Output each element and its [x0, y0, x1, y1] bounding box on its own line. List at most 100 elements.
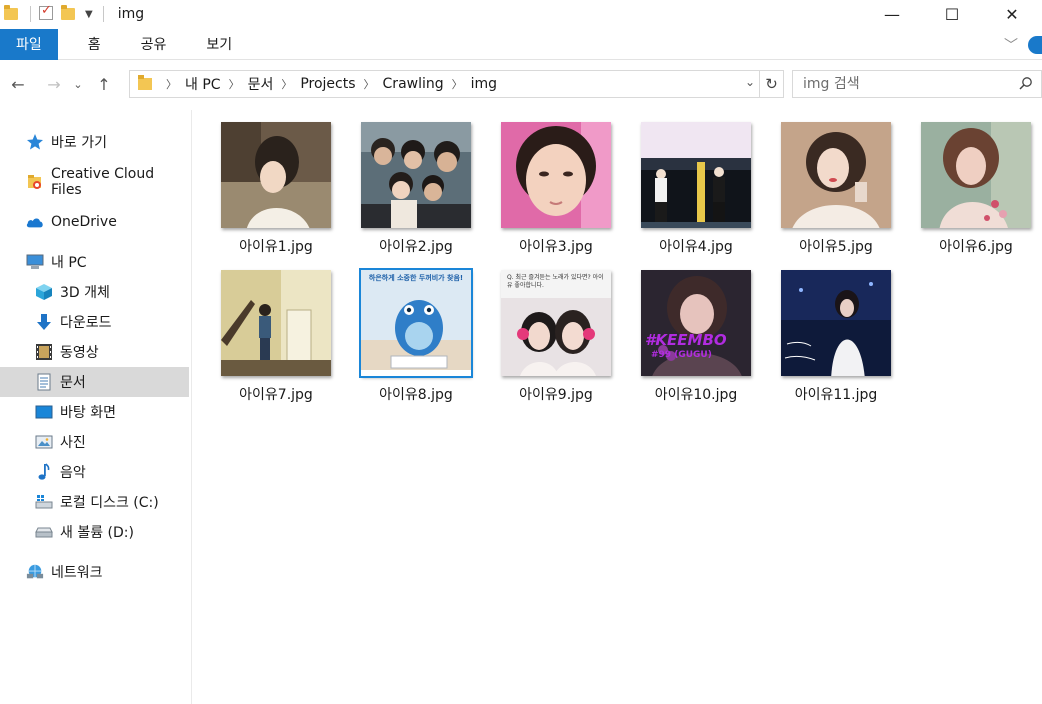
minimize-button[interactable]: —: [862, 0, 922, 28]
sidebar-item-label: 다운로드: [60, 315, 112, 331]
drive-icon: [35, 523, 53, 541]
tab-share[interactable]: 공유: [121, 29, 187, 60]
navigation-pane: 바로 가기 Creative Cloud Files OneDrive 내 PC…: [0, 110, 192, 704]
sidebar-item-creative-cloud[interactable]: Creative Cloud Files: [0, 166, 189, 198]
image-thumbnail: [221, 270, 331, 376]
sidebar-item-network[interactable]: 네트워크: [0, 557, 189, 587]
file-item[interactable]: 아이유11.jpg: [771, 259, 901, 404]
chevron-right-icon[interactable]: 〉: [452, 76, 463, 92]
folder-icon: [138, 75, 152, 90]
tab-home[interactable]: 홈: [68, 29, 121, 60]
sidebar-item-label: 내 PC: [51, 255, 87, 271]
sidebar-item-label: 3D 개체: [60, 285, 110, 301]
breadcrumb-img[interactable]: img: [471, 76, 497, 92]
file-item[interactable]: Q. 최근 즐겨듣는 노래가 있다면? 아이유 좋아합니다. 아이유9.jpg: [491, 259, 621, 404]
window-title: img: [117, 6, 145, 22]
sidebar-item-local-disk-c[interactable]: 로컬 디스크 (C:): [0, 487, 189, 517]
sidebar-item-label: 문서: [60, 375, 86, 391]
sidebar-item-label: 사진: [60, 435, 86, 451]
chevron-right-icon[interactable]: 〉: [229, 76, 240, 92]
up-icon[interactable]: ↑: [93, 75, 115, 94]
chevron-right-icon[interactable]: 〉: [364, 76, 375, 92]
tab-view[interactable]: 보기: [186, 29, 252, 60]
back-icon[interactable]: ←: [7, 75, 29, 94]
search-input[interactable]: [803, 76, 1003, 92]
help-icon[interactable]: [1028, 35, 1042, 54]
customize-toolbar-dropdown[interactable]: ▼: [85, 9, 93, 20]
cube-icon: [35, 283, 53, 301]
thumbnail-caption: Q. 최근 즐겨듣는 노래가 있다면? 아이유 좋아합니다.: [507, 274, 604, 289]
file-list: 아이유1.jpg 아이유2.jpg 아이유3.jpg 아이유4.jpg 아이유5…: [200, 110, 1042, 704]
file-name: 아이유4.jpg: [659, 239, 733, 255]
sidebar-item-3d-objects[interactable]: 3D 개체: [0, 277, 189, 307]
file-item[interactable]: 하은하게 소중한 두꺼비가 찾음! 아이유8.jpg: [351, 259, 481, 404]
file-item[interactable]: 아이유7.jpg: [211, 259, 341, 404]
folder-icon: [4, 5, 20, 22]
close-button[interactable]: ✕: [982, 0, 1042, 28]
file-item[interactable]: 아이유3.jpg: [491, 111, 621, 256]
sidebar-item-desktop[interactable]: 바탕 화면: [0, 397, 189, 427]
maximize-button[interactable]: ☐: [922, 0, 982, 28]
new-folder-icon[interactable]: [61, 5, 77, 22]
sidebar-item-this-pc[interactable]: 내 PC: [0, 247, 189, 277]
file-name: 아이유5.jpg: [799, 239, 873, 255]
breadcrumb-crawling[interactable]: Crawling: [383, 76, 444, 92]
file-name: 아이유1.jpg: [239, 239, 313, 255]
creative-cloud-icon: [26, 173, 44, 191]
forward-icon[interactable]: →: [43, 75, 65, 94]
toolbar-divider: [30, 6, 31, 22]
breadcrumb-documents[interactable]: 문서: [248, 74, 274, 94]
navigation-bar: ← → ⌄ ↑ 〉 내 PC 〉 문서 〉 Projects 〉 Crawlin…: [0, 66, 1042, 102]
file-name: 아이유9.jpg: [519, 387, 593, 403]
recent-locations-icon[interactable]: ⌄: [67, 78, 89, 91]
file-item[interactable]: 아이유4.jpg: [631, 111, 761, 256]
address-history-dropdown-icon[interactable]: ⌄: [745, 75, 755, 89]
file-name: 아이유11.jpg: [794, 387, 878, 403]
sidebar-item-label: 동영상: [60, 345, 99, 361]
document-icon: [35, 373, 53, 391]
breadcrumb-this-pc[interactable]: 내 PC: [185, 74, 221, 94]
sidebar-item-label: 새 볼륨 (D:): [60, 525, 134, 541]
chevron-right-icon[interactable]: 〉: [166, 76, 177, 92]
sidebar-item-documents[interactable]: 문서: [0, 367, 189, 397]
expand-ribbon-icon[interactable]: ﹀: [1004, 35, 1018, 55]
search-icon[interactable]: [1019, 76, 1033, 90]
desktop-icon: [35, 403, 53, 421]
file-item[interactable]: #KEEMBO #99 (GUGU) 아이유10.jpg: [631, 259, 761, 404]
file-name: 아이유10.jpg: [654, 387, 738, 403]
quick-access-toolbar: ▼: [0, 0, 112, 28]
tab-file[interactable]: 파일: [0, 28, 58, 60]
image-thumbnail: [641, 122, 751, 228]
refresh-icon[interactable]: ↻: [759, 71, 783, 97]
file-item[interactable]: 아이유1.jpg: [211, 111, 341, 256]
cloud-icon: [26, 213, 44, 231]
sidebar-item-volume-d[interactable]: 새 볼륨 (D:): [0, 517, 189, 547]
file-name: 아이유7.jpg: [239, 387, 313, 403]
image-thumbnail: #KEEMBO #99 (GUGU): [641, 270, 751, 376]
search-box[interactable]: [792, 70, 1042, 98]
sidebar-item-onedrive[interactable]: OneDrive: [0, 207, 189, 237]
chevron-right-icon[interactable]: 〉: [281, 76, 292, 92]
breadcrumb-projects[interactable]: Projects: [300, 76, 355, 92]
thumbnail-caption: #KEEMBO: [645, 331, 727, 349]
computer-icon: [26, 253, 44, 271]
file-name: 아이유2.jpg: [379, 239, 453, 255]
music-icon: [35, 463, 53, 481]
sidebar-item-videos[interactable]: 동영상: [0, 337, 189, 367]
image-thumbnail: [921, 122, 1031, 228]
download-icon: [35, 313, 53, 331]
file-item[interactable]: 아이유5.jpg: [771, 111, 901, 256]
sidebar-item-label: 바로 가기: [51, 135, 107, 151]
address-bar[interactable]: 〉 내 PC 〉 문서 〉 Projects 〉 Crawling 〉 img …: [129, 70, 784, 98]
sidebar-item-label: 바탕 화면: [60, 405, 116, 421]
image-thumbnail: [501, 122, 611, 228]
sidebar-item-music[interactable]: 음악: [0, 457, 189, 487]
sidebar-item-quick-access[interactable]: 바로 가기: [0, 127, 189, 157]
file-item[interactable]: 아이유6.jpg: [911, 111, 1041, 256]
file-item[interactable]: 아이유2.jpg: [351, 111, 481, 256]
image-thumbnail: [781, 122, 891, 228]
sidebar-item-downloads[interactable]: 다운로드: [0, 307, 189, 337]
sidebar-item-pictures[interactable]: 사진: [0, 427, 189, 457]
properties-icon[interactable]: [39, 3, 55, 22]
sidebar-item-label: OneDrive: [51, 214, 117, 230]
